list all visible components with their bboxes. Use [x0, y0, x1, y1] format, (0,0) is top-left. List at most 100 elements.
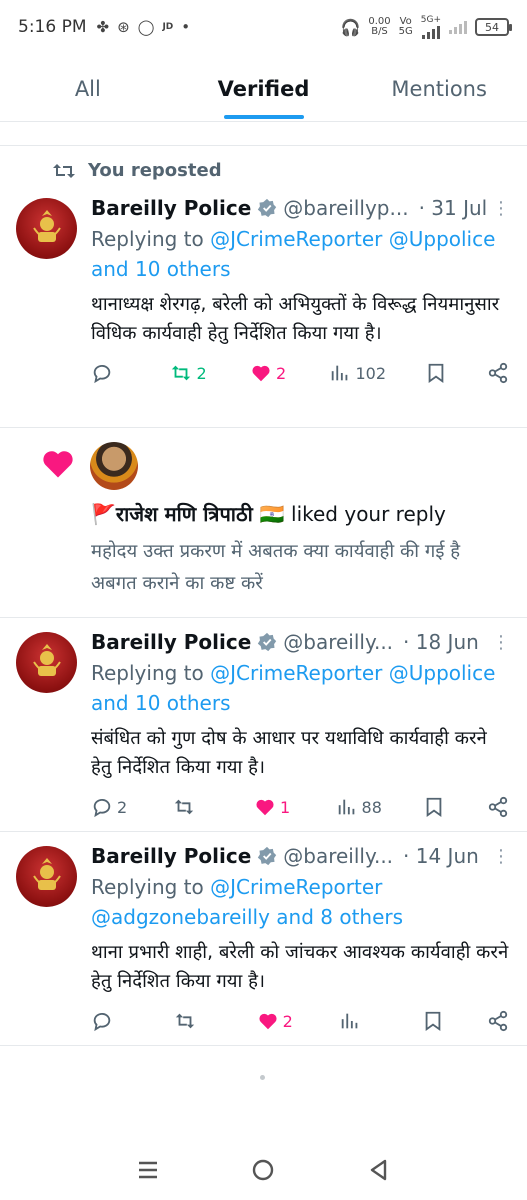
liker-name[interactable]: 🚩राजेश मणि त्रिपाठी 🇮🇳 — [91, 502, 285, 526]
post-item[interactable]: You reposted Bareilly Police @bareillyp.… — [0, 146, 527, 428]
reply-icon — [93, 798, 111, 818]
reply-mentions[interactable]: @JCrimeReporter @Uppolice — [210, 661, 495, 685]
avatar[interactable] — [90, 442, 138, 490]
signal-icon: 5G+ — [421, 15, 441, 39]
more-options-icon[interactable]: ⋮ — [492, 198, 510, 219]
like-button[interactable]: 2 — [257, 1010, 297, 1032]
avatar[interactable] — [16, 632, 77, 693]
repost-icon — [174, 799, 193, 815]
repost-icon — [53, 163, 75, 178]
post-date: · 18 Jun — [403, 630, 479, 654]
headset-icon: 🎧 — [340, 17, 361, 37]
author-name[interactable]: Bareilly Police — [91, 196, 251, 220]
views-button[interactable]: 102 — [329, 362, 386, 384]
post-header: Bareilly Police @bareilly... · 14 Jun ⋮ — [91, 844, 510, 868]
net-speed: 0.00 B/S — [368, 16, 391, 37]
previous-post-actions — [0, 122, 527, 146]
share-icon — [488, 796, 508, 818]
up-police-emblem-icon — [33, 644, 61, 676]
repost-button[interactable] — [174, 1010, 214, 1032]
recents-icon[interactable] — [135, 1157, 161, 1183]
like-notification[interactable]: 🚩राजेश मणि त्रिपाठी 🇮🇳 liked your reply … — [0, 428, 527, 618]
share-button[interactable] — [487, 1010, 509, 1032]
avatar[interactable] — [16, 198, 77, 259]
tab-mentions[interactable]: Mentions — [351, 56, 527, 121]
views-icon — [342, 1013, 358, 1029]
replying-to: Replying to @JCrimeReporter @adgzonebare… — [91, 875, 404, 929]
back-icon[interactable] — [366, 1157, 392, 1183]
views-button[interactable]: 88 — [336, 796, 382, 818]
reply-others[interactable]: and 10 others — [91, 257, 231, 281]
bookmark-icon — [427, 797, 442, 818]
replying-to: Replying to @JCrimeReporter @Uppolice an… — [91, 661, 496, 715]
reply-mentions[interactable]: @JCrimeReporter — [210, 875, 382, 899]
verified-badge-icon — [258, 632, 277, 652]
views-icon — [332, 365, 348, 381]
author-handle: @bareilly... — [283, 844, 394, 868]
bookmark-button[interactable] — [422, 1010, 444, 1032]
loading-indicator — [260, 1075, 265, 1080]
volte-indicator: Vo 5G — [398, 16, 413, 37]
reply-others[interactable]: and 10 others — [91, 691, 231, 715]
heart-icon — [43, 451, 73, 478]
tab-verified[interactable]: Verified — [176, 56, 352, 121]
settings-wheel-icon: ⊛ — [117, 18, 130, 36]
author-handle: @bareilly... — [283, 630, 394, 654]
post-text: थाना प्रभारी शाही, बरेली को जांचकर आवश्य… — [91, 942, 509, 992]
status-bar: 5:16 PM ✤ ⊛ ◯ JD • 🎧 0.00 B/S Vo 5G 5G+ … — [0, 0, 527, 54]
reply-icon — [93, 364, 111, 384]
like-button[interactable]: 1 — [254, 796, 294, 818]
bookmark-icon — [425, 1011, 441, 1032]
repost-button[interactable]: 2 — [170, 362, 210, 384]
heart-icon — [252, 365, 270, 382]
share-button[interactable] — [487, 796, 509, 818]
heart-icon — [256, 799, 274, 816]
up-police-emblem-icon — [33, 858, 61, 890]
reply-button[interactable]: 2 — [91, 796, 131, 818]
author-name[interactable]: Bareilly Police — [91, 630, 251, 654]
more-options-icon[interactable]: ⋮ — [492, 846, 510, 867]
like-button[interactable]: 2 — [250, 362, 290, 384]
avatar[interactable] — [16, 846, 77, 907]
share-icon — [488, 1010, 508, 1032]
reply-button[interactable] — [91, 1010, 131, 1032]
post-item[interactable]: Bareilly Police @bareilly... · 18 Jun ⋮ … — [0, 618, 527, 832]
system-nav-bar — [0, 1140, 527, 1200]
bookmark-button[interactable] — [425, 362, 447, 384]
reply-others[interactable]: @adgzonebareilly and 8 others — [91, 905, 403, 929]
post-item[interactable]: Bareilly Police @bareilly... · 14 Jun ⋮ … — [0, 832, 527, 1046]
verified-badge-icon — [258, 198, 277, 218]
author-name[interactable]: Bareilly Police — [91, 844, 251, 868]
notification-tabs: All Verified Mentions — [0, 56, 527, 122]
more-options-icon[interactable]: ⋮ — [492, 632, 510, 653]
share-button[interactable] — [487, 362, 509, 384]
post-actions: 2 — [91, 1010, 509, 1032]
verified-badge-icon — [258, 846, 277, 866]
post-actions: 2 1 88 — [91, 796, 509, 818]
views-icon — [338, 799, 354, 815]
bookmark-icon — [429, 363, 444, 384]
reply-mentions[interactable]: @JCrimeReporter @Uppolice — [210, 227, 495, 251]
tab-all[interactable]: All — [0, 56, 176, 121]
repost-icon — [172, 365, 191, 381]
active-tab-indicator — [223, 115, 304, 119]
post-date: · 31 Jul — [418, 196, 488, 220]
repost-label: You reposted — [52, 160, 222, 181]
battery-icon: 54 — [475, 18, 512, 36]
whatsapp-icon: ◯ — [137, 18, 155, 36]
liked-reply-text: महोदय उक्त प्रकरण में अबतक क्या कार्यवाह… — [91, 541, 461, 594]
post-text: संबंधित को गुण दोष के आधार पर यथाविधि का… — [91, 728, 487, 778]
home-icon[interactable] — [250, 1157, 276, 1183]
heart-icon — [259, 1013, 277, 1030]
post-text: थानाध्यक्ष शेरगढ़, बरेली को अभियुक्तों क… — [91, 294, 500, 344]
post-date: · 14 Jun — [403, 844, 479, 868]
post-header: Bareilly Police @bareilly... · 18 Jun ⋮ — [91, 630, 510, 654]
views-button[interactable] — [339, 1010, 379, 1032]
grid-icon: ✤ — [96, 18, 110, 36]
reply-button[interactable] — [91, 362, 131, 384]
up-police-emblem-icon — [33, 210, 61, 242]
like-action-text: liked your reply — [291, 502, 446, 526]
author-handle: @bareillyp... — [283, 196, 409, 220]
repost-button[interactable] — [173, 796, 213, 818]
bookmark-button[interactable] — [423, 796, 445, 818]
